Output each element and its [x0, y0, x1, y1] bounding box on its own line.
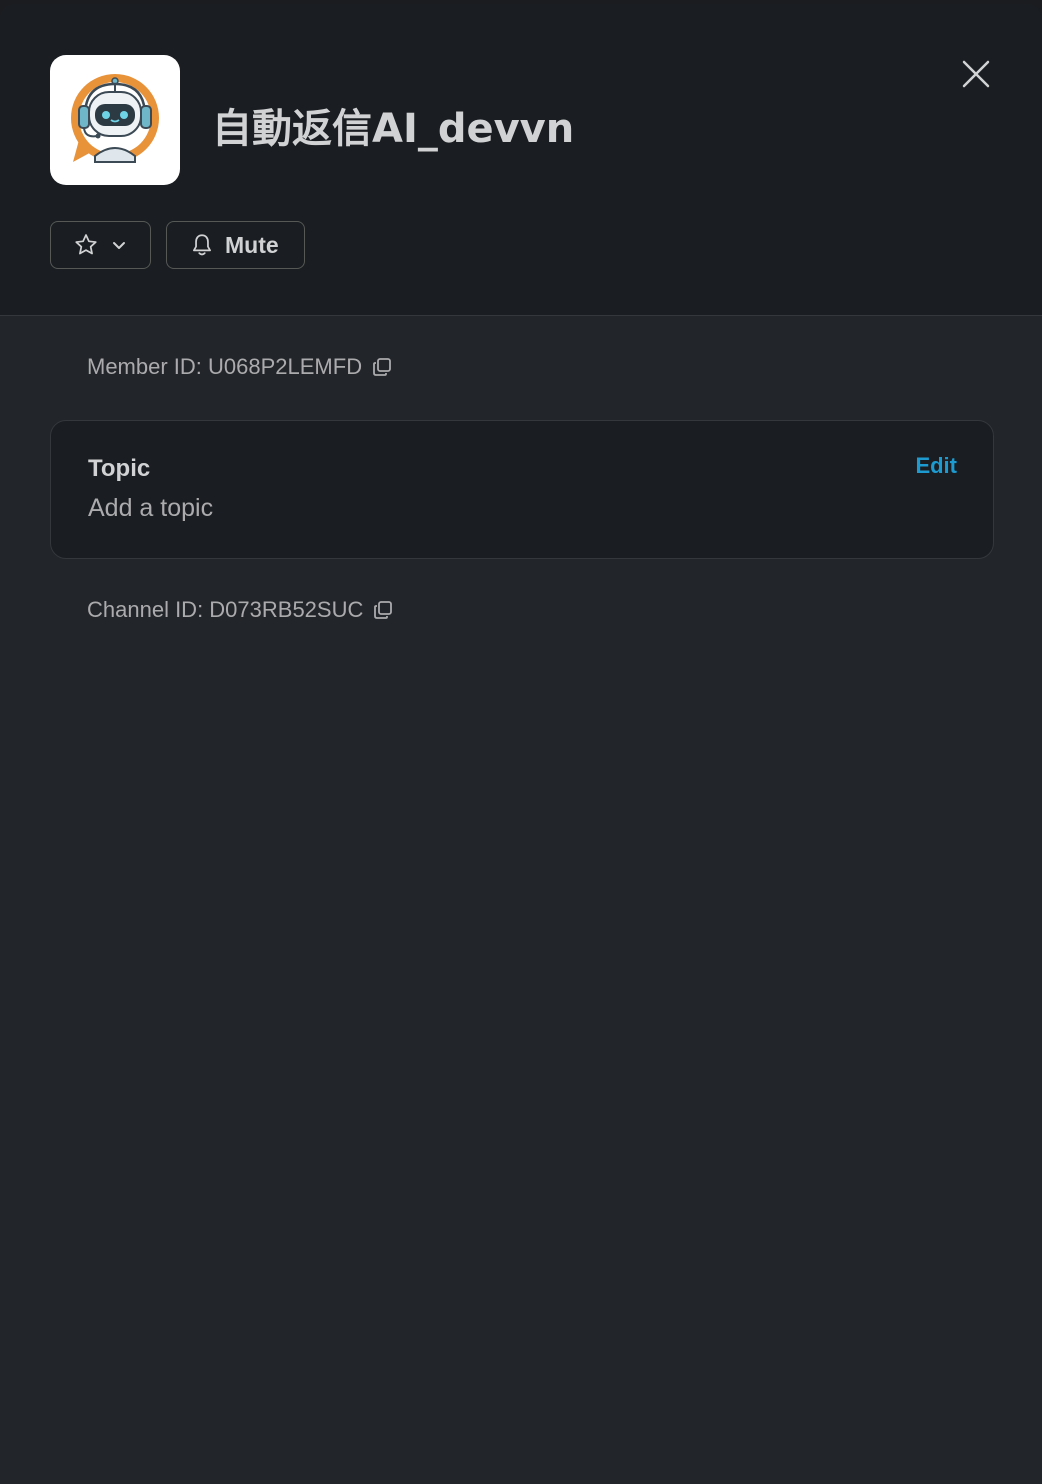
- topic-title: Topic: [88, 455, 151, 482]
- robot-headset-icon: [71, 74, 159, 163]
- close-icon: [962, 60, 990, 88]
- mute-button[interactable]: Mute: [166, 221, 305, 269]
- member-id-row: Member ID: U068P2LEMFD: [87, 354, 392, 380]
- copy-member-id-icon[interactable]: [372, 357, 392, 377]
- star-icon: [75, 234, 97, 255]
- conversation-details-modal: 自動返信AI_devvn Mute Member ID: U068P2LEMFD: [0, 4, 1042, 1484]
- channel-id-row: Channel ID: D073RB52SUC: [87, 597, 393, 623]
- mute-label: Mute: [225, 231, 279, 258]
- chevron-down-icon: [113, 242, 125, 249]
- edit-topic-link[interactable]: Edit: [915, 453, 957, 479]
- page-title: 自動返信AI_devvn: [212, 106, 575, 152]
- close-button[interactable]: [952, 50, 1000, 98]
- modal-header: 自動返信AI_devvn Mute: [0, 4, 1042, 316]
- bell-icon: [193, 234, 211, 256]
- topic-value: Add a topic: [88, 494, 214, 522]
- member-id-text: Member ID: U068P2LEMFD: [87, 354, 363, 379]
- topic-card: Topic Add a topic Edit: [50, 420, 994, 559]
- star-button[interactable]: [50, 221, 151, 269]
- channel-id-text: Channel ID: D073RB52SUC: [87, 597, 364, 622]
- avatar: [50, 55, 180, 185]
- copy-channel-id-icon[interactable]: [373, 600, 393, 620]
